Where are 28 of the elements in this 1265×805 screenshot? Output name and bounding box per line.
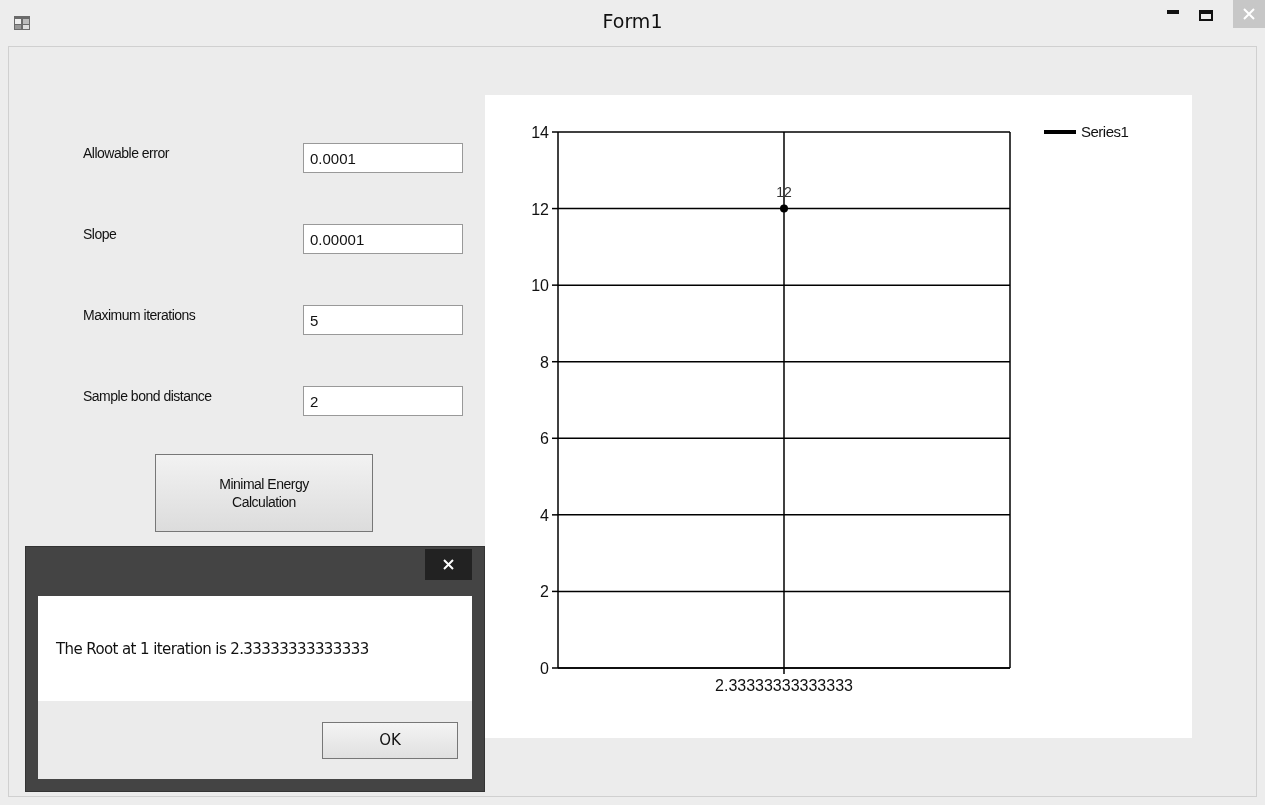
input-field[interactable]: 0.0001 (303, 143, 463, 173)
input-field[interactable]: 0.00001 (303, 224, 463, 254)
dialog-message: The Root at 1 iteration is 2.33333333333333 (56, 639, 369, 658)
y-tick-label: 6 (540, 430, 549, 448)
maximize-icon[interactable] (1199, 10, 1213, 21)
y-tick-label: 0 (540, 660, 549, 677)
x-tick-label: 2.33333333333333 (715, 677, 853, 694)
y-tick-label: 8 (540, 353, 549, 371)
input-field[interactable]: 5 (303, 305, 463, 335)
app-icon (14, 16, 30, 30)
field-label: Slope (83, 225, 118, 242)
field-label: Allowable error (83, 144, 171, 161)
window-title: Form1 (601, 10, 664, 32)
field-label: Maximum iterations (83, 306, 197, 323)
close-button[interactable] (425, 549, 472, 580)
close-icon (1243, 8, 1255, 20)
y-tick-label: 10 (531, 277, 549, 295)
data-point (780, 204, 788, 213)
ok-button[interactable]: OK (322, 721, 458, 759)
y-tick-label: 12 (531, 200, 549, 218)
y-tick-label: 4 (540, 506, 549, 524)
field-label: Sample bond distance (83, 387, 213, 404)
close-icon (443, 559, 454, 570)
input-field[interactable]: 2 (303, 386, 463, 416)
legend-label: Series1 (1081, 123, 1129, 140)
y-tick-label: 14 (531, 124, 549, 141)
calculate-button[interactable]: Minimal Energy Calculation (155, 454, 373, 532)
y-tick-label: 2 (540, 583, 549, 601)
